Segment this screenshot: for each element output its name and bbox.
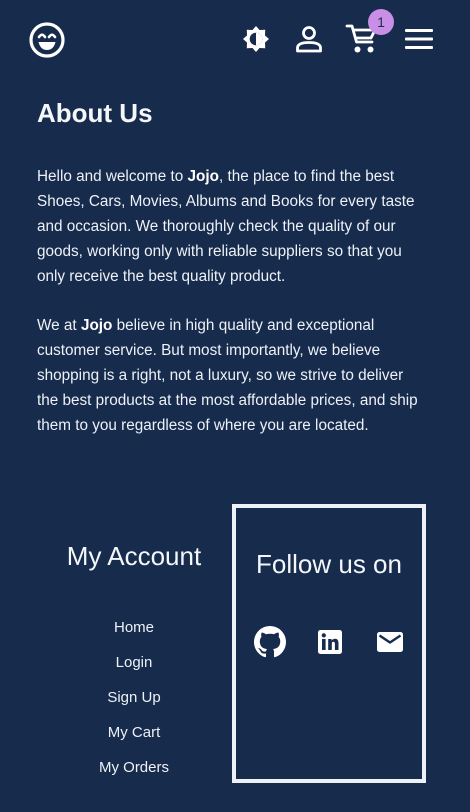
follow-us-box: Follow us on	[232, 504, 426, 783]
github-icon[interactable]	[254, 626, 286, 658]
mail-icon[interactable]	[374, 626, 406, 658]
footer-link-login[interactable]: Login	[36, 645, 232, 680]
footer-link-my-cart[interactable]: My Cart	[36, 715, 232, 750]
my-account-heading: My Account	[66, 541, 202, 571]
brightness-icon[interactable]	[242, 25, 270, 53]
smiley-face-icon[interactable]	[28, 21, 66, 59]
footer-link-my-orders[interactable]: My Orders	[36, 750, 232, 785]
account-links: Home Login Sign Up My Cart My Orders	[36, 610, 232, 785]
footer-link-sign-up[interactable]: Sign Up	[36, 680, 232, 715]
person-icon[interactable]	[294, 24, 324, 54]
follow-us-heading: Follow us on	[256, 549, 402, 579]
hamburger-menu-icon[interactable]	[402, 24, 436, 54]
about-title: About Us	[37, 98, 153, 128]
para1-before: Hello and welcome to	[37, 168, 188, 185]
para2-after: believe in high quality and exceptional …	[37, 317, 418, 434]
footer-link-home[interactable]: Home	[36, 610, 232, 645]
para2-before: We at	[37, 317, 81, 334]
brand-name: Jojo	[80, 317, 113, 334]
about-paragraph-1: Hello and welcome to Jojo, the place to …	[37, 164, 427, 289]
page: 1 About Us Hello and welcome to Jojo, th…	[0, 0, 470, 812]
top-bar: 1	[0, 0, 470, 80]
brand-name: Jojo	[187, 168, 219, 185]
linkedin-icon[interactable]	[314, 626, 346, 658]
para1-after: , the place to find the best Shoes, Cars…	[37, 168, 415, 285]
cart-count-badge: 1	[368, 9, 394, 35]
about-paragraph-2: We at Jojo believe in high quality and e…	[37, 313, 427, 438]
